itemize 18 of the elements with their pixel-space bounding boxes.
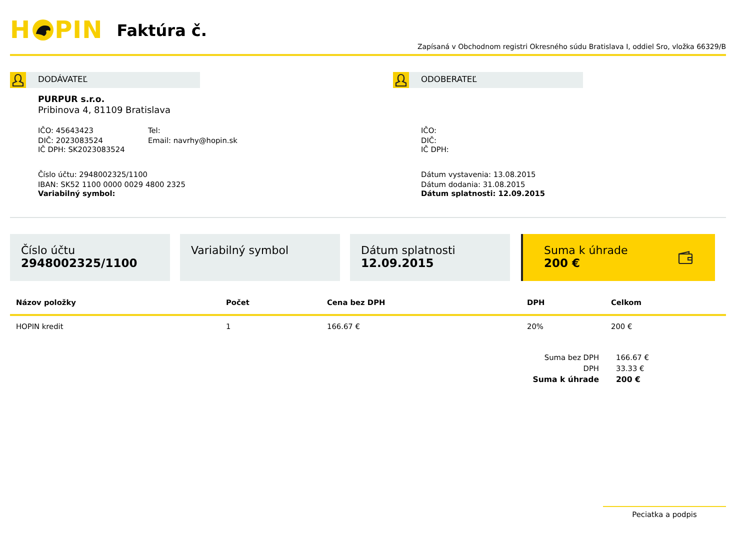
company-address: Pribinova 4, 81109 Bratislava	[38, 106, 172, 117]
logo-emblem-icon	[32, 19, 54, 41]
section-header: DODÁVATEĽ	[10, 72, 200, 88]
card-label: Dátum splatnosti	[361, 244, 456, 257]
company-name: PURPUR s.r.o.	[38, 95, 106, 106]
card-value: 12.09.2015	[361, 256, 434, 270]
section-header: ODOBERATEĽ	[393, 72, 583, 88]
invoice-title: Faktúra č.	[116, 20, 207, 40]
logo-text: H	[10, 16, 31, 44]
card-label: Číslo účtu	[21, 244, 76, 257]
wallet-icon	[678, 250, 693, 264]
card-value: 2948002325/1100	[21, 256, 138, 270]
person-icon	[393, 72, 409, 88]
card-label: Variabilný symbol	[191, 244, 290, 257]
person-icon	[10, 72, 26, 88]
logo-text: PIN	[54, 16, 103, 44]
card-value: 200 €	[544, 256, 580, 270]
card-label: Suma k úhrade	[544, 244, 629, 257]
